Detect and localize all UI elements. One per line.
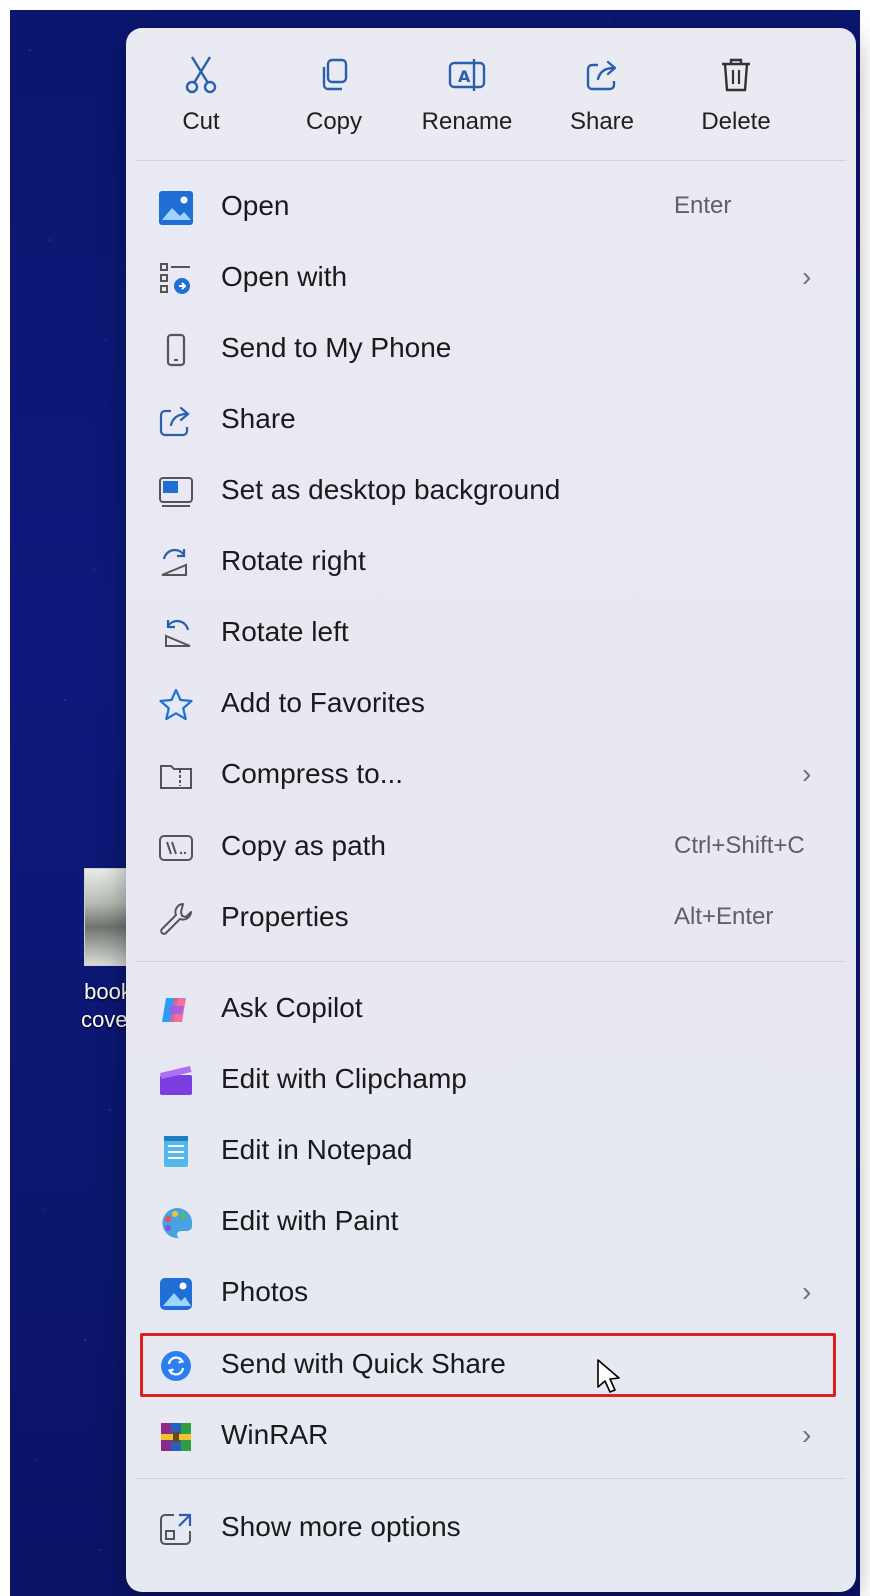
rotate-left-icon xyxy=(158,616,194,652)
menu-item-label: Edit with Paint xyxy=(221,1205,399,1236)
scissors-icon xyxy=(141,52,261,98)
shortcut-text: Alt+Enter xyxy=(674,903,774,930)
menu-item-compress-to[interactable]: Compress to... › xyxy=(126,742,856,806)
menu-item-send-to-my-phone[interactable]: Send to My Phone xyxy=(126,316,856,380)
menu-item-label: Show more options xyxy=(221,1511,461,1542)
image-icon xyxy=(158,190,194,226)
zip-folder-icon xyxy=(158,758,194,794)
menu-item-show-more-options[interactable]: Show more options xyxy=(126,1495,856,1559)
separator xyxy=(136,160,846,161)
menu-item-winrar[interactable]: WinRAR › xyxy=(126,1403,856,1467)
copy-icon xyxy=(274,52,394,98)
menu-item-copy-as-path[interactable]: Copy as path Ctrl+Shift+C xyxy=(126,814,856,878)
separator xyxy=(136,961,846,962)
menu-item-label: Ask Copilot xyxy=(221,992,363,1023)
rename-icon: A xyxy=(407,52,527,98)
wrench-icon xyxy=(158,901,194,937)
menu-item-rotate-right[interactable]: Rotate right xyxy=(126,529,856,593)
share-label: Share xyxy=(569,108,635,135)
desktop-background-icon xyxy=(158,474,194,510)
trash-icon xyxy=(676,52,796,98)
open-with-icon xyxy=(158,261,194,297)
mouse-pointer-icon xyxy=(596,1358,622,1399)
submenu-chevron-icon: › xyxy=(802,1276,812,1307)
menu-item-photos[interactable]: Photos › xyxy=(126,1260,856,1324)
paint-icon xyxy=(158,1205,194,1241)
menu-item-set-as-desktop-background[interactable]: Set as desktop background xyxy=(126,458,856,522)
rename-button[interactable]: A Rename xyxy=(407,52,527,152)
cut-label: Cut xyxy=(182,108,220,135)
menu-item-label: Open with xyxy=(221,261,348,292)
star-icon xyxy=(158,687,194,723)
winrar-icon xyxy=(158,1419,194,1455)
photos-icon xyxy=(158,1276,194,1312)
notepad-icon xyxy=(158,1134,194,1170)
context-menu: Cut Copy A Rename Share Delete Open Ente… xyxy=(126,28,856,1592)
shortcut-text: Ctrl+Shift+C xyxy=(674,832,805,859)
share-icon xyxy=(158,403,194,439)
phone-icon xyxy=(158,332,194,368)
share-button[interactable]: Share xyxy=(542,52,662,152)
path-icon xyxy=(158,830,194,866)
menu-item-label: Add to Favorites xyxy=(221,687,425,718)
separator xyxy=(136,1478,846,1479)
menu-item-open[interactable]: Open Enter xyxy=(126,174,856,238)
menu-item-add-to-favorites[interactable]: Add to Favorites xyxy=(126,671,856,735)
copy-label: Copy xyxy=(305,108,363,135)
submenu-chevron-icon: › xyxy=(802,758,812,789)
copy-button[interactable]: Copy xyxy=(274,52,394,152)
rotate-right-icon xyxy=(158,545,194,581)
cut-button[interactable]: Cut xyxy=(141,52,261,152)
context-menu-toolbar: Cut Copy A Rename Share Delete xyxy=(126,28,856,158)
menu-item-label: Compress to... xyxy=(221,758,404,789)
highlight-box xyxy=(140,1333,836,1397)
menu-item-edit-with-paint[interactable]: Edit with Paint xyxy=(126,1189,856,1253)
menu-item-label: Set as desktop background xyxy=(221,474,561,505)
submenu-chevron-icon: › xyxy=(802,1419,812,1450)
share-icon xyxy=(542,52,662,98)
menu-item-label: Edit in Notepad xyxy=(221,1134,413,1165)
menu-item-label: Photos xyxy=(221,1276,309,1307)
delete-label: Delete xyxy=(701,108,771,135)
copilot-icon xyxy=(158,992,194,1028)
menu-item-properties[interactable]: Properties Alt+Enter xyxy=(126,885,856,949)
submenu-chevron-icon: › xyxy=(802,261,812,292)
menu-item-edit-with-clipchamp[interactable]: Edit with Clipchamp xyxy=(126,1047,856,1111)
menu-item-open-with[interactable]: Open with › xyxy=(126,245,856,309)
menu-item-edit-in-notepad[interactable]: Edit in Notepad xyxy=(126,1118,856,1182)
rename-label: Rename xyxy=(421,108,513,135)
menu-item-label: Rotate right xyxy=(221,545,366,576)
menu-item-label: Rotate left xyxy=(221,616,349,647)
delete-button[interactable]: Delete xyxy=(676,52,796,152)
file-thumbnail xyxy=(84,868,132,966)
menu-item-share[interactable]: Share xyxy=(126,387,856,451)
menu-item-label: Edit with Clipchamp xyxy=(221,1063,467,1094)
shortcut-text: Enter xyxy=(674,192,732,219)
show-more-icon xyxy=(158,1511,194,1547)
menu-item-label: Copy as path xyxy=(221,830,386,861)
menu-item-label: WinRAR xyxy=(221,1419,329,1450)
menu-item-label: Send to My Phone xyxy=(221,332,452,363)
menu-item-label: Share xyxy=(221,403,296,434)
menu-item-rotate-left[interactable]: Rotate left xyxy=(126,600,856,664)
svg-text:A: A xyxy=(458,67,471,86)
menu-item-label: Properties xyxy=(221,901,349,932)
clipchamp-icon xyxy=(158,1063,194,1099)
menu-item-ask-copilot[interactable]: Ask Copilot xyxy=(126,976,856,1040)
menu-item-label: Open xyxy=(221,190,290,221)
